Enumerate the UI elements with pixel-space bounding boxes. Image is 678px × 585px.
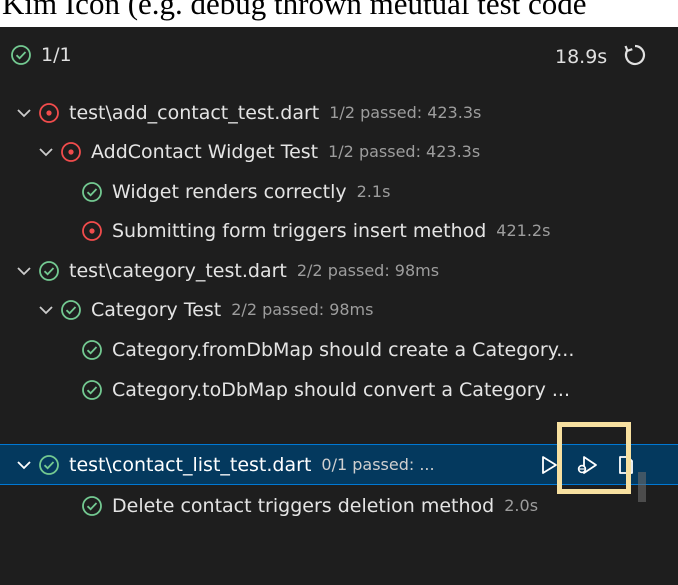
check-circle-icon [82,181,102,202]
test-summary: 1/1 [10,38,72,72]
summary-duration: 18.9s [555,46,608,68]
check-circle-icon [61,299,81,320]
error-circle-icon [61,141,81,162]
tree-row-name: Submitting form triggers insert method [112,219,487,242]
tree-row-name: test\add_contact_test.dart [69,101,320,124]
tree-row-meta: 0/1 passed: ... [321,455,435,474]
tree-row-name: Category.toDbMap should convert a Catego… [112,378,570,401]
chevron-down-icon[interactable] [13,260,35,282]
tree-row-meta: 2.1s [356,182,391,201]
tree-row-meta: 421.2s [496,221,551,240]
chevron-down-icon[interactable] [13,102,35,124]
refresh-icon [624,44,646,66]
tree-row-category-todbmap[interactable]: Category.toDbMap should convert a Catego… [0,370,678,409]
check-circle-icon [39,454,59,475]
tree-row-name: Category.fromDbMap should create a Categ… [112,338,575,361]
tree-row-submitting-form[interactable]: Submitting form triggers insert method 4… [0,211,678,250]
tree-row-name: test\category_test.dart [69,259,287,282]
chevron-down-icon[interactable] [35,141,57,163]
summary-count: 1/1 [41,44,72,66]
check-circle-icon [82,379,102,400]
tree-row-name: Widget renders correctly [112,180,347,203]
check-circle-icon [39,260,59,281]
chevron-down-icon[interactable] [35,299,57,321]
scrollbar-thumb[interactable] [638,472,646,502]
tree-row-name: Category Test [91,298,222,321]
tree-row-category-file[interactable]: test\category_test.dart 2/2 passed: 98ms [0,251,678,290]
caption-text: Kim Icon (e.g. debug thrown meutual test… [2,0,587,21]
highlight-box [557,422,631,494]
tree-row-meta: 2/2 passed: 98ms [296,261,440,280]
tree-row-meta: 1/2 passed: 423.3s [329,103,482,122]
error-circle-icon [82,220,102,241]
check-circle-icon [82,495,102,516]
check-circle-icon [11,45,31,65]
refresh-button[interactable] [618,38,652,72]
tree-row-category-group[interactable]: Category Test 2/2 passed: 98ms [0,290,678,329]
tree-row-meta: 2/2 passed: 98ms [231,300,374,319]
error-circle-icon [39,102,59,123]
check-circle-icon [82,339,102,360]
tree-row-name: AddContact Widget Test [91,140,319,163]
tree-row-meta: 2.0s [504,496,539,515]
tree-row-add-contact-file[interactable]: test\add_contact_test.dart 1/2 passed: 4… [0,93,678,132]
chevron-down-icon[interactable] [13,454,35,476]
caption-text-strip: Kim Icon (e.g. debug thrown meutual test… [0,0,678,27]
tree-row-meta: 1/2 passed: 423.3s [328,142,481,161]
tree-row-name: Delete contact triggers deletion method [112,494,495,517]
tree-row-category-fromdbmap[interactable]: Category.fromDbMap should create a Categ… [0,330,678,369]
tree-row-widget-renders[interactable]: Widget renders correctly 2.1s [0,172,678,211]
tree-row-addcontact-group[interactable]: AddContact Widget Test 1/2 passed: 423.3… [0,132,678,171]
tree-row-name: test\contact_list_test.dart [69,453,312,476]
